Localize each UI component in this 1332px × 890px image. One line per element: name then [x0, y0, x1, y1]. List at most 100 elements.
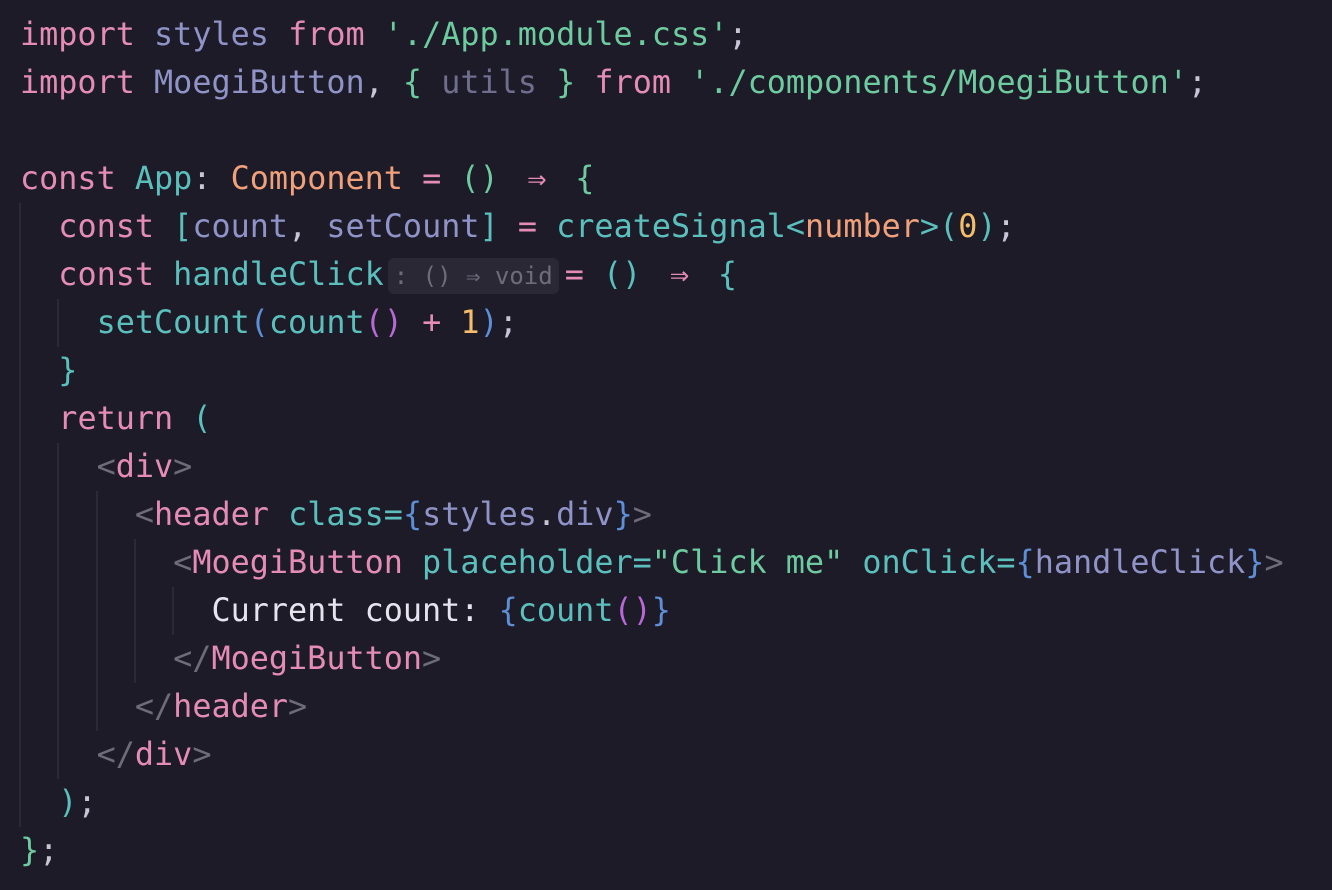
code-token: (: [939, 208, 959, 245]
indent-guide: [19, 779, 21, 827]
code-token: ): [977, 208, 997, 245]
code-token: './App.module.css': [383, 16, 729, 53]
indent-guide: [95, 683, 98, 731]
code-token: (): [613, 592, 652, 629]
code-token: ;: [498, 304, 518, 341]
code-token: <: [96, 448, 116, 485]
indent-guide: [57, 443, 60, 491]
code-token: (: [192, 400, 212, 437]
code-editor[interactable]: import styles from './App.module.css'; im…: [0, 0, 1332, 875]
code-token: 0: [958, 208, 978, 245]
code-token: >: [288, 688, 308, 725]
code-token: import: [20, 64, 135, 101]
code-token: >: [422, 640, 442, 677]
code-token: >: [1264, 544, 1284, 581]
code-token: </: [173, 640, 212, 677]
code-line[interactable]: <header class={styles.div}>: [19, 491, 1332, 539]
code-line[interactable]: import MoegiButton, { utils } from './co…: [20, 59, 1332, 107]
code-token: MoegiButton: [192, 544, 403, 581]
code-line[interactable]: const App: Component = () ⇒ {: [20, 155, 1332, 203]
code-token: {: [717, 256, 738, 293]
code-line[interactable]: const [count, setCount] = createSignal<n…: [19, 203, 1332, 251]
code-token: const: [58, 208, 155, 245]
indent-guide: [19, 395, 21, 443]
indent-guide: [19, 539, 21, 587]
indent-guide: [19, 443, 21, 491]
code-token: (): [603, 256, 642, 293]
code-token: =: [564, 256, 584, 293]
code-token: ⇒: [527, 160, 547, 197]
code-token: setCount: [96, 304, 250, 341]
indent-guide: [19, 491, 21, 539]
code-line[interactable]: <div>: [19, 443, 1332, 491]
code-token: handleClick: [1034, 544, 1246, 581]
code-token: header: [173, 688, 289, 725]
code-token: div: [134, 736, 193, 773]
code-line[interactable]: const handleClick: () ⇒ void = () ⇒ {: [19, 251, 1332, 299]
code-token: {: [402, 496, 423, 533]
indent-guide: [19, 251, 21, 299]
code-token: './components/MoegiButton': [690, 64, 1188, 101]
indent-guide: [57, 731, 60, 779]
code-token: =: [383, 496, 403, 533]
code-line[interactable]: </div>: [19, 731, 1332, 779]
code-token: {: [575, 160, 595, 197]
indent-guide: [19, 731, 21, 779]
code-token: {: [402, 64, 423, 101]
indent-guide: [95, 635, 98, 683]
code-line[interactable]: }: [19, 347, 1332, 395]
code-token: +: [422, 304, 442, 341]
code-line[interactable]: );: [19, 779, 1332, 827]
code-token: </: [134, 688, 174, 725]
code-line[interactable]: return (: [19, 395, 1332, 443]
code-token: onClick: [862, 544, 997, 581]
code-token: .: [536, 496, 557, 533]
code-line[interactable]: setCount(count() + 1);: [19, 299, 1332, 347]
indent-guide: [57, 635, 60, 683]
code-token: class: [288, 496, 384, 533]
code-token: }: [613, 496, 633, 533]
code-token: const: [58, 256, 155, 293]
indent-guide: [19, 683, 21, 731]
code-token: >: [192, 736, 212, 773]
code-token: "Click me": [651, 544, 844, 581]
code-line[interactable]: [20, 107, 1332, 155]
code-line[interactable]: Current count: {count()}: [19, 587, 1332, 635]
code-token: :: [192, 160, 212, 197]
code-token: utils: [441, 64, 537, 101]
code-line[interactable]: </MoegiButton>: [19, 635, 1332, 683]
code-token: }: [58, 352, 78, 389]
indent-guide: [57, 299, 60, 347]
code-line[interactable]: import styles from './App.module.css';: [20, 11, 1332, 59]
code-token: ,: [364, 64, 384, 101]
code-token: placeholder: [422, 544, 633, 581]
indent-guide: [133, 635, 136, 683]
code-token: from: [288, 16, 365, 53]
code-line[interactable]: };: [20, 827, 1332, 875]
indent-guide: [19, 635, 21, 683]
code-line[interactable]: <MoegiButton placeholder="Click me" onCl…: [19, 539, 1332, 587]
code-token: =: [996, 544, 1016, 581]
indent-guide: [57, 587, 60, 635]
code-token: (): [460, 160, 499, 197]
code-token: }: [1245, 544, 1265, 581]
code-line[interactable]: </header>: [19, 683, 1332, 731]
code-token: ;: [996, 208, 1016, 245]
indent-guide: [57, 683, 60, 731]
